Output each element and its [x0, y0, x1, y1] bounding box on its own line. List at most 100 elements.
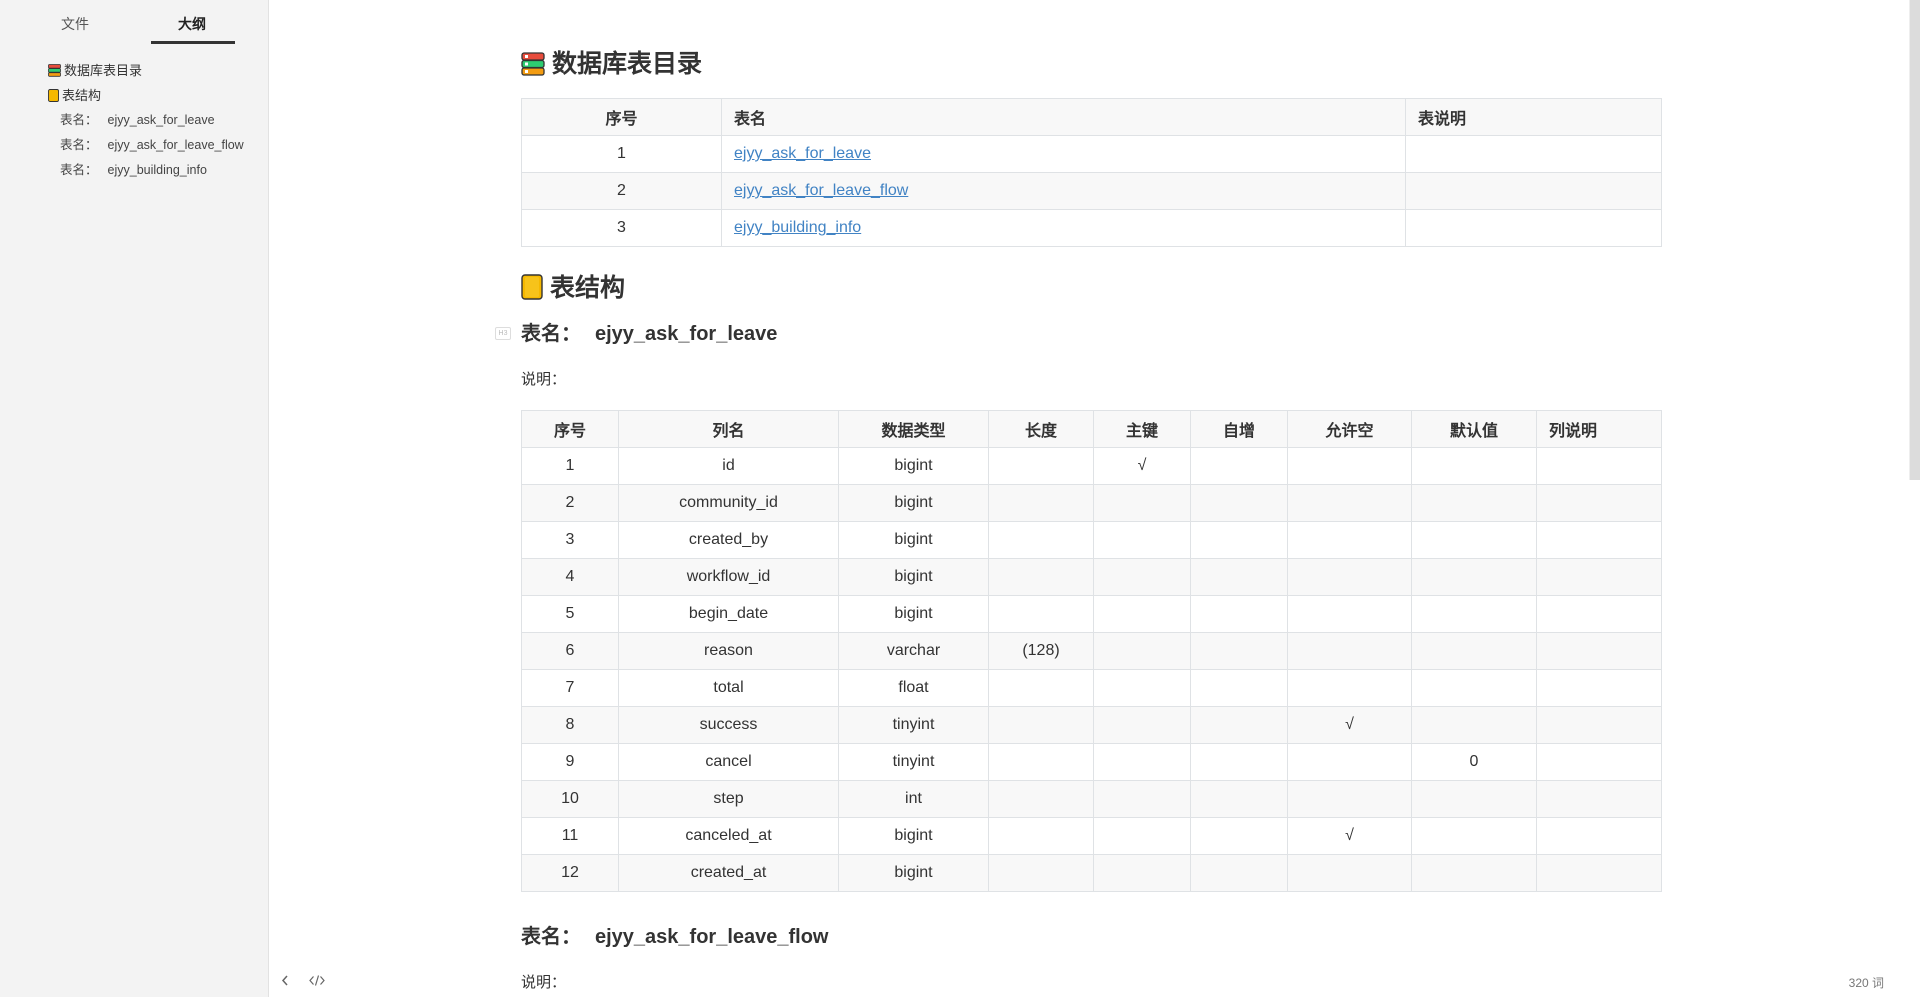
default-value-cell: 0: [1411, 743, 1537, 781]
heading-prefix: 表名：: [521, 926, 581, 948]
scrollbar[interactable]: [1909, 0, 1920, 480]
table-link[interactable]: ejyy_building_info: [734, 219, 861, 236]
column-desc-cell: [1536, 706, 1662, 744]
outline-item-label: ejyy_ask_for_leave_flow: [107, 138, 244, 152]
heading-table-1[interactable]: 表名： ejyy_ask_for_leave: [521, 319, 777, 349]
primary-key-cell: [1093, 743, 1191, 781]
default-value-cell: [1411, 706, 1537, 744]
editor[interactable]: 数据库表目录 序号 表名 表说明 1 ejyy_ask_for_leave 2 ejy…: [270, 0, 1900, 997]
table-desc-cell: [1405, 135, 1662, 173]
row-number: 3: [521, 521, 619, 559]
table-link[interactable]: ejyy_ask_for_leave: [734, 145, 871, 162]
auto-increment-cell: [1190, 669, 1288, 707]
primary-key-cell: [1093, 669, 1191, 707]
tab-outline[interactable]: 大纲: [178, 14, 206, 34]
heading-structure[interactable]: 表结构: [521, 268, 625, 308]
length-cell: [988, 706, 1094, 744]
auto-increment-cell: [1190, 484, 1288, 522]
chevron-left-icon[interactable]: [281, 974, 289, 989]
length-cell: [988, 669, 1094, 707]
outline-item-table-3[interactable]: 表名： ejyy_building_info: [0, 158, 269, 183]
length-cell: [988, 854, 1094, 892]
catalog-table: 序号 表名 表说明 1 ejyy_ask_for_leave 2 ejyy_ask_f…: [521, 98, 1662, 247]
column-desc-cell: [1536, 558, 1662, 596]
table-header-row: 序号 表名 表说明: [521, 98, 1662, 136]
data-type-cell: bigint: [838, 595, 989, 633]
row-number: 9: [521, 743, 619, 781]
column-desc-cell: [1536, 780, 1662, 818]
table-1-columns: 序号 列名 数据类型 长度 主键 自增 允许空 默认值 列说明 1 id bigin…: [521, 410, 1662, 892]
outline-item-label: ejyy_building_info: [107, 163, 207, 177]
column-name-cell: begin_date: [618, 595, 839, 633]
column-desc-cell: [1536, 484, 1662, 522]
heading-table-2[interactable]: 表名： ejyy_ask_for_leave_flow: [521, 922, 829, 952]
table-row: 2 ejyy_ask_for_leave_flow: [521, 172, 1662, 210]
auto-increment-cell: [1190, 706, 1288, 744]
nullable-cell: [1287, 743, 1412, 781]
data-type-cell: bigint: [838, 817, 989, 855]
orange-book-icon: [521, 272, 543, 312]
outline-item-catalog[interactable]: 数据库表目录: [0, 58, 269, 83]
table-row: 8 success tinyint √: [521, 706, 1662, 744]
length-cell: [988, 558, 1094, 596]
length-cell: [988, 484, 1094, 522]
column-header: 序号: [521, 98, 722, 136]
row-number: 10: [521, 780, 619, 818]
column-name-cell: total: [618, 669, 839, 707]
sidebar: 文件 大纲 数据库表目录 表结构 表名： ejyy_ask_for_leave 表…: [0, 0, 269, 997]
primary-key-cell: [1093, 484, 1191, 522]
outline-item-table-2[interactable]: 表名： ejyy_ask_for_leave_flow: [0, 133, 269, 158]
data-type-cell: tinyint: [838, 743, 989, 781]
primary-key-cell: [1093, 780, 1191, 818]
data-type-cell: bigint: [838, 484, 989, 522]
heading-fold-icon[interactable]: H3: [495, 327, 511, 340]
tab-files[interactable]: 文件: [61, 14, 89, 34]
active-tab-indicator: [151, 41, 235, 44]
table-link[interactable]: ejyy_ask_for_leave_flow: [734, 182, 908, 199]
row-number: 1: [521, 135, 722, 173]
default-value-cell: [1411, 632, 1537, 670]
column-header: 表说明: [1405, 98, 1662, 136]
data-type-cell: bigint: [838, 447, 989, 485]
table-1-description[interactable]: 说明：: [521, 368, 566, 389]
column-header: 表名: [721, 98, 1406, 136]
default-value-cell: [1411, 595, 1537, 633]
row-number: 4: [521, 558, 619, 596]
primary-key-cell: [1093, 521, 1191, 559]
column-desc-cell: [1536, 521, 1662, 559]
primary-key-cell: [1093, 817, 1191, 855]
row-number: 8: [521, 706, 619, 744]
table-row: 4 workflow_id bigint: [521, 558, 1662, 596]
heading-catalog[interactable]: 数据库表目录: [521, 44, 702, 84]
nullable-cell: [1287, 595, 1412, 633]
row-number: 5: [521, 595, 619, 633]
code-icon[interactable]: [308, 974, 325, 989]
default-value-cell: [1411, 521, 1537, 559]
column-desc-cell: [1536, 632, 1662, 670]
status-bar-left: [281, 974, 341, 989]
column-name-cell: created_at: [618, 854, 839, 892]
nullable-cell: [1287, 669, 1412, 707]
column-desc-cell: [1536, 817, 1662, 855]
table-row: 3 ejyy_building_info: [521, 209, 1662, 247]
table-header-row: 序号 列名 数据类型 长度 主键 自增 允许空 默认值 列说明: [521, 410, 1662, 448]
outline-item-table-1[interactable]: 表名： ejyy_ask_for_leave: [0, 108, 269, 133]
word-count[interactable]: 320 词: [1849, 974, 1884, 991]
auto-increment-cell: [1190, 780, 1288, 818]
table-2-description[interactable]: 说明：: [521, 971, 566, 992]
column-desc-cell: [1536, 743, 1662, 781]
heading-table-name: ejyy_ask_for_leave_flow: [595, 926, 829, 948]
data-type-cell: bigint: [838, 558, 989, 596]
sidebar-tabs: 文件 大纲: [0, 0, 269, 46]
column-desc-cell: [1536, 595, 1662, 633]
column-name-cell: created_by: [618, 521, 839, 559]
row-number: 2: [521, 484, 619, 522]
table-desc-cell: [1405, 172, 1662, 210]
default-value-cell: [1411, 669, 1537, 707]
heading-table-name: ejyy_ask_for_leave: [595, 323, 778, 345]
outline-item-structure[interactable]: 表结构: [0, 83, 269, 108]
auto-increment-cell: [1190, 817, 1288, 855]
table-row: 12 created_at bigint: [521, 854, 1662, 892]
nullable-cell: [1287, 632, 1412, 670]
length-cell: [988, 447, 1094, 485]
